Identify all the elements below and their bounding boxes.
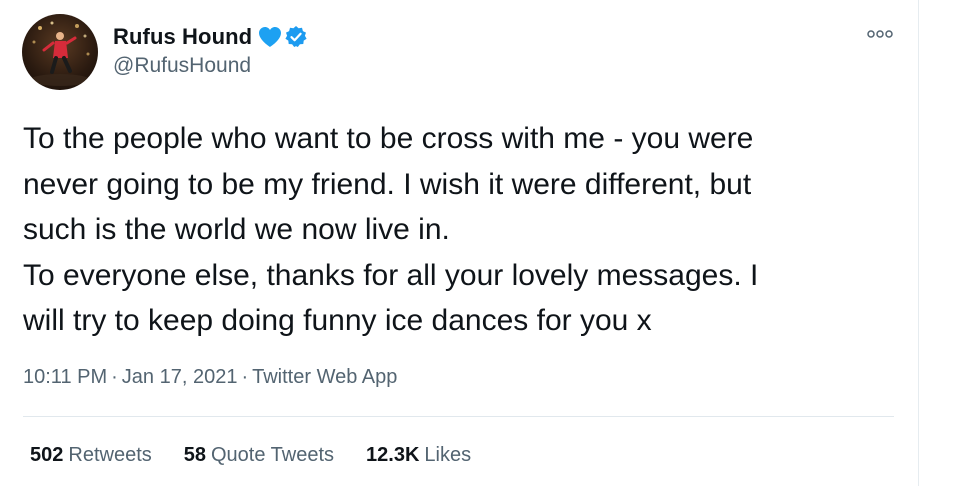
tweet-metadata: 10:11 PM · Jan 17, 2021 · Twitter Web App bbox=[23, 366, 397, 389]
tweet-text-line: To everyone else, thanks for all your lo… bbox=[23, 258, 759, 292]
tweet-text-line: To the people who want to be cross with … bbox=[23, 122, 754, 155]
verified-badge-icon bbox=[284, 25, 308, 49]
likes-stat[interactable]: 12.3K Likes bbox=[366, 444, 471, 467]
quote-tweets-label: Quote Tweets bbox=[211, 444, 335, 466]
meta-separator: · bbox=[111, 366, 118, 388]
author-handle[interactable]: @RufusHound bbox=[113, 54, 251, 78]
blue-heart-icon bbox=[258, 26, 282, 48]
tweet-card: Rufus Hound @RufusHound To the people wh… bbox=[0, 0, 959, 486]
tweet-source[interactable]: Twitter Web App bbox=[252, 366, 397, 388]
likes-count: 12.3K bbox=[366, 444, 420, 466]
tweet-date[interactable]: Jan 17, 2021 bbox=[122, 366, 238, 388]
quote-tweets-count: 58 bbox=[183, 444, 206, 466]
avatar[interactable] bbox=[22, 14, 98, 90]
tweet-text-line: such is the world we now live in. bbox=[23, 213, 450, 246]
more-options-icon bbox=[867, 30, 893, 38]
column-border bbox=[918, 0, 919, 486]
avatar-photo bbox=[30, 21, 90, 86]
author-display-name[interactable]: Rufus Hound bbox=[113, 24, 252, 50]
retweets-stat[interactable]: 502 Retweets bbox=[30, 444, 152, 467]
likes-label: Likes bbox=[424, 444, 472, 466]
tweet-text: To the people who want to be cross with … bbox=[23, 116, 913, 344]
retweets-label: Retweets bbox=[68, 444, 152, 466]
tweet-time[interactable]: 10:11 PM bbox=[23, 366, 107, 388]
quote-tweets-stat[interactable]: 58 Quote Tweets bbox=[184, 444, 334, 467]
tweet-text-line: never going to be my friend. I wish it w… bbox=[23, 167, 752, 201]
retweets-count: 502 bbox=[30, 444, 64, 466]
divider bbox=[23, 416, 894, 417]
author-name-row[interactable]: Rufus Hound bbox=[113, 22, 308, 52]
meta-separator: · bbox=[241, 366, 249, 388]
tweet-text-line: will try to keep doing funny ice dances … bbox=[23, 304, 652, 337]
more-options-button[interactable] bbox=[866, 24, 894, 44]
engagement-stats: 502 Retweets 58 Quote Tweets 12.3K Likes bbox=[30, 444, 503, 467]
